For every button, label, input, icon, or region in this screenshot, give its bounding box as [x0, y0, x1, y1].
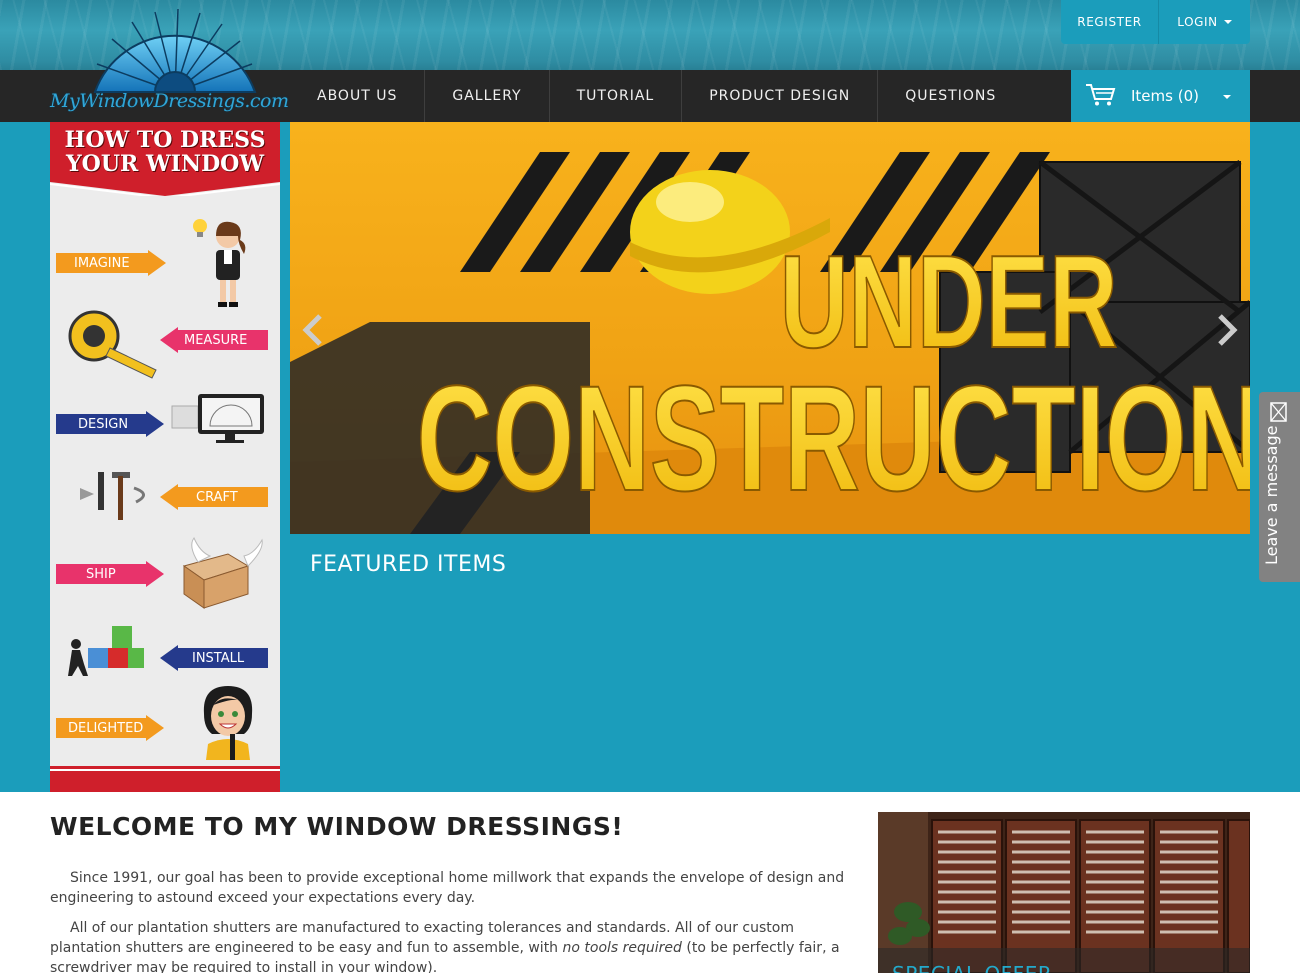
nav-item-questions[interactable]: QUESTIONS — [878, 70, 1023, 122]
chevron-down-icon — [1223, 20, 1232, 24]
fan-logo-icon — [93, 8, 257, 93]
hero-slider[interactable]: UNDER CONSTRUCTION — [290, 122, 1250, 534]
shopping-cart-icon — [1086, 84, 1116, 106]
step-label: CRAFT — [196, 489, 238, 505]
how-to-sidebar[interactable]: HOW TO DRESS YOUR WINDOW IMAGINE MEASURE… — [50, 122, 280, 792]
special-offer-label: SPECIAL OFFER — [892, 962, 1052, 973]
auth-buttons: REGISTER LOGIN — [1061, 0, 1250, 44]
hero-word-under: UNDER — [780, 229, 1118, 376]
welcome-paragraph-2: All of our plantation shutters are manuf… — [50, 918, 850, 973]
site-logo[interactable]: MyWindowDressings.com — [50, 4, 289, 122]
main-nav: ABOUT US GALLERY TUTORIAL PRODUCT DESIGN… — [290, 70, 1023, 122]
leave-message-tab[interactable]: Leave a message — [1259, 392, 1300, 582]
register-label: REGISTER — [1077, 15, 1142, 29]
nav-item-about-us[interactable]: ABOUT US — [290, 70, 426, 122]
step-label: IMAGINE — [74, 255, 130, 271]
step-measure: MEASURE — [160, 327, 268, 353]
woman-with-idea-icon — [193, 219, 246, 307]
special-offer-card[interactable]: SPECIAL OFFER — [878, 812, 1250, 973]
step-label: MEASURE — [184, 332, 248, 348]
brand-name: MyWindowDressings.com — [50, 90, 289, 112]
nav-item-product-design[interactable]: PRODUCT DESIGN — [682, 70, 879, 122]
welcome-title: WELCOME TO MY WINDOW DRESSINGS! — [50, 812, 624, 841]
login-label: LOGIN — [1177, 15, 1218, 29]
computer-monitor-icon — [171, 394, 264, 443]
leave-message-label: Leave a message — [1262, 425, 1281, 565]
chevron-left-icon[interactable] — [298, 310, 328, 350]
sidebar-title-line1: HOW TO DRESS — [64, 127, 266, 153]
nav-item-gallery[interactable]: GALLERY — [425, 70, 550, 122]
step-label: SHIP — [86, 566, 116, 582]
step-delighted: DELIGHTED — [56, 715, 164, 741]
welcome-paragraph-1: Since 1991, our goal has been to provide… — [50, 870, 845, 906]
sidebar-footer-stripe — [50, 766, 280, 792]
sidebar-title: HOW TO DRESS YOUR WINDOW — [50, 128, 280, 176]
step-label: DELIGHTED — [68, 720, 144, 736]
winged-box-icon — [182, 537, 263, 609]
step-imagine: IMAGINE — [56, 250, 166, 276]
sidebar-title-line2: YOUR WINDOW — [65, 151, 265, 177]
step-label: INSTALL — [192, 650, 245, 666]
step-craft: CRAFT — [160, 484, 268, 510]
chevron-down-icon — [1223, 95, 1231, 99]
tools-icon — [80, 472, 145, 520]
cart-dropdown[interactable]: Items (0) — [1071, 70, 1250, 122]
happy-woman-icon — [203, 686, 253, 760]
special-offer-caption: SPECIAL OFFER — [878, 948, 1250, 973]
hero-word-construction: CONSTRUCTION — [417, 356, 1250, 523]
register-button[interactable]: REGISTER — [1061, 0, 1159, 44]
step-design: DESIGN — [56, 411, 164, 437]
step-ship: SHIP — [56, 561, 164, 587]
welcome-paragraph-2-emphasis: no tools required — [562, 940, 682, 956]
tape-measure-icon — [68, 310, 157, 379]
chevron-right-icon[interactable] — [1212, 310, 1242, 350]
featured-items-title: FEATURED ITEMS — [310, 552, 507, 577]
puzzle-install-icon — [68, 626, 144, 676]
step-label: DESIGN — [78, 416, 129, 432]
under-construction-banner: UNDER CONSTRUCTION — [290, 122, 1250, 534]
step-install: INSTALL — [160, 645, 268, 671]
cart-items-label: Items (0) — [1131, 87, 1199, 105]
nav-item-tutorial[interactable]: TUTORIAL — [550, 70, 683, 122]
login-button[interactable]: LOGIN — [1159, 0, 1250, 44]
